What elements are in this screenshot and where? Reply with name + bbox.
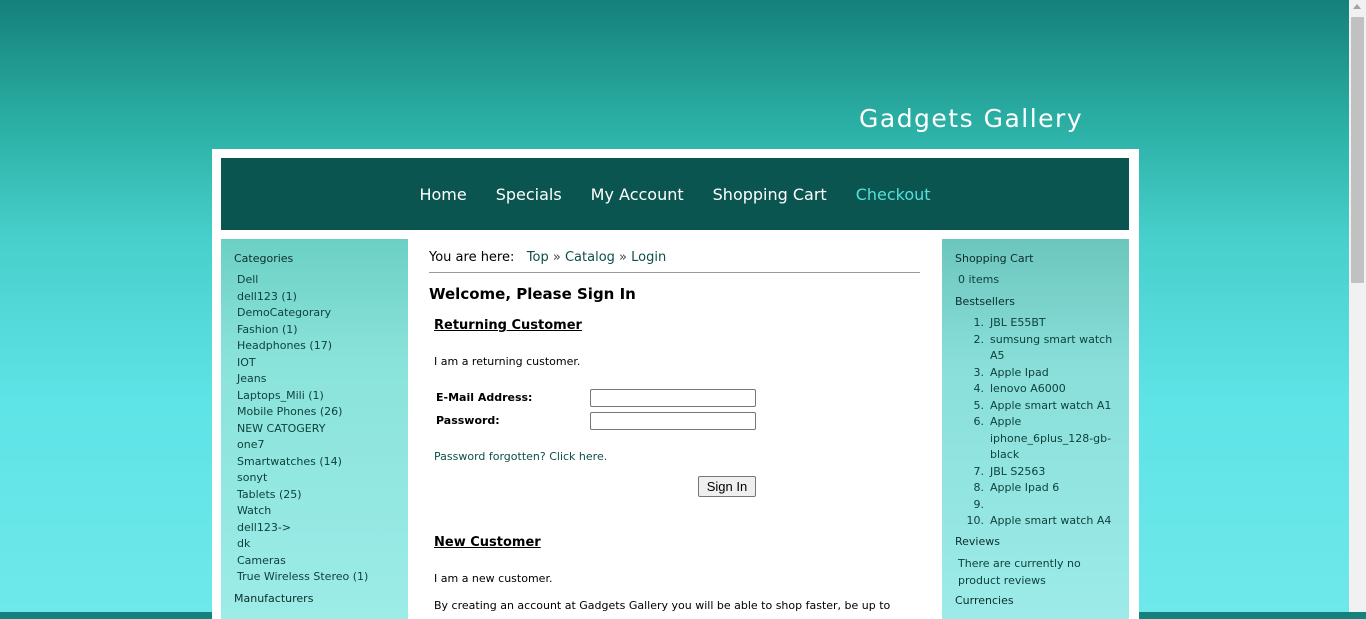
bestseller-link[interactable]: JBL S2563 [990, 464, 1118, 481]
categories-heading: Categories [234, 252, 294, 265]
bestsellers-heading: Bestsellers [955, 295, 1015, 308]
breadcrumb-prefix: You are here: [429, 250, 515, 265]
breadcrumb-login[interactable]: Login [631, 250, 666, 265]
scroll-up-arrow-icon[interactable] [1353, 4, 1361, 9]
category-link[interactable]: IOT [237, 355, 368, 372]
category-link[interactable]: dk [237, 536, 368, 553]
breadcrumb-top[interactable]: Top [527, 250, 549, 265]
page-scrollbar[interactable] [1349, 0, 1366, 612]
bestseller-rank: 10. [966, 514, 985, 527]
category-link[interactable]: Headphones (17) [237, 338, 368, 355]
email-label: E-Mail Address: [436, 391, 533, 404]
category-link[interactable]: Watch [237, 503, 368, 520]
category-link[interactable]: one7 [237, 437, 368, 454]
bestseller-link[interactable]: Apple iphone_6plus_128-gb-black [990, 414, 1118, 464]
bestseller-rank: 7. [973, 464, 985, 478]
cart-items-count: 0 items [958, 273, 1000, 286]
reviews-text: There are currently no product reviews [958, 557, 1081, 587]
scrollbar-thumb[interactable] [1351, 17, 1364, 283]
list-item[interactable]: 9. [958, 497, 1118, 514]
category-link[interactable]: DemoCategorary [237, 305, 368, 322]
bestseller-rank: 2. [973, 332, 985, 346]
password-forgotten-link[interactable]: Password forgotten? Click here. [434, 450, 607, 463]
bestseller-link[interactable]: sumsung smart watch A5 [990, 332, 1118, 365]
bestseller-rank: 6. [973, 415, 985, 428]
sign-in-button[interactable]: Sign In [698, 476, 756, 497]
breadcrumb-separator: » [619, 250, 628, 265]
list-item[interactable]: 8. Apple Ipad 6 [958, 480, 1118, 497]
bestseller-rank: 9. [973, 497, 985, 511]
bestseller-link[interactable]: Apple smart watch A4 [990, 513, 1118, 530]
category-link[interactable]: Cameras [237, 553, 368, 570]
left-sidebar: Categories Dell dell123 (1) DemoCategora… [221, 239, 408, 619]
category-link[interactable]: Laptops_Mili (1) [237, 388, 368, 405]
nav-my-account[interactable]: My Account [591, 185, 684, 204]
category-link[interactable]: Tablets (25) [237, 487, 368, 504]
nav-home[interactable]: Home [419, 185, 466, 204]
list-item[interactable]: 7. JBL S2563 [958, 464, 1118, 481]
breadcrumb: You are here: Top » Catalog » Login [429, 250, 666, 265]
new-customer-intro: I am a new customer. [434, 572, 553, 585]
bestseller-link[interactable]: Apple Ipad 6 [990, 480, 1118, 497]
returning-customer-title: Returning Customer [434, 318, 582, 333]
reviews-heading[interactable]: Reviews [955, 535, 1000, 548]
category-link[interactable]: Mobile Phones (26) [237, 404, 368, 421]
breadcrumb-catalog[interactable]: Catalog [565, 250, 615, 265]
shopping-cart-heading[interactable]: Shopping Cart [955, 252, 1033, 265]
category-link[interactable]: NEW CATOGERY [237, 421, 368, 438]
list-item[interactable]: 1. JBL E55BT [958, 315, 1118, 332]
password-field[interactable] [590, 412, 756, 430]
new-customer-title: New Customer [434, 535, 541, 550]
site-title: Gadgets Gallery [859, 104, 1084, 133]
nav-checkout[interactable]: Checkout [856, 185, 931, 204]
breadcrumb-divider [429, 272, 920, 273]
list-item[interactable]: 5. Apple smart watch A1 [958, 398, 1118, 415]
nav-specials[interactable]: Specials [496, 185, 562, 204]
bestseller-rank: 1. [973, 316, 985, 329]
bestseller-rank: 4. [973, 382, 985, 395]
manufacturers-heading: Manufacturers [234, 592, 314, 605]
category-link[interactable]: dell123 (1) [237, 289, 368, 306]
list-item[interactable]: 2. sumsung smart watch A5 [958, 332, 1118, 365]
category-link[interactable]: True Wireless Stereo (1) [237, 569, 368, 586]
category-link[interactable]: sonyt [237, 470, 368, 487]
password-label: Password: [436, 414, 500, 427]
bestseller-link[interactable]: Apple smart watch A1 [990, 398, 1118, 415]
main-nav: Home Specials My Account Shopping Cart C… [221, 158, 1129, 230]
category-link[interactable]: Smartwatches (14) [237, 454, 368, 471]
list-item[interactable]: 4. lenovo A6000 [958, 381, 1118, 398]
right-sidebar: Shopping Cart 0 items Bestsellers 1. JBL … [942, 239, 1129, 619]
bestsellers-list: 1. JBL E55BT 2. sumsung smart watch A5 3. A… [958, 315, 1118, 530]
page-title: Welcome, Please Sign In [429, 285, 636, 303]
bestseller-link[interactable]: Apple Ipad [990, 365, 1118, 382]
breadcrumb-separator: » [552, 250, 561, 265]
list-item[interactable]: 6. Apple iphone_6plus_128-gb-black [958, 414, 1118, 464]
bestseller-rank: 8. [973, 481, 985, 494]
bestseller-rank: 5. [973, 398, 985, 412]
category-link[interactable]: Dell [237, 272, 368, 289]
category-link[interactable]: dell123-> [237, 520, 368, 537]
bestseller-link[interactable]: JBL E55BT [990, 315, 1118, 332]
new-customer-body: By creating an account at Gadgets Galler… [434, 599, 891, 612]
currencies-heading: Currencies [955, 594, 1014, 607]
bestseller-link[interactable] [990, 497, 1118, 514]
returning-customer-intro: I am a returning customer. [434, 355, 581, 368]
nav-shopping-cart[interactable]: Shopping Cart [713, 185, 827, 204]
bestseller-link[interactable]: lenovo A6000 [990, 381, 1118, 398]
list-item[interactable]: 3. Apple Ipad [958, 365, 1118, 382]
category-link[interactable]: Jeans [237, 371, 368, 388]
categories-list: Dell dell123 (1) DemoCategorary Fashion … [237, 272, 368, 586]
category-link[interactable]: Fashion (1) [237, 322, 368, 339]
email-field[interactable] [590, 389, 756, 407]
list-item[interactable]: 10. Apple smart watch A4 [958, 513, 1118, 530]
bestseller-rank: 3. [973, 365, 985, 379]
